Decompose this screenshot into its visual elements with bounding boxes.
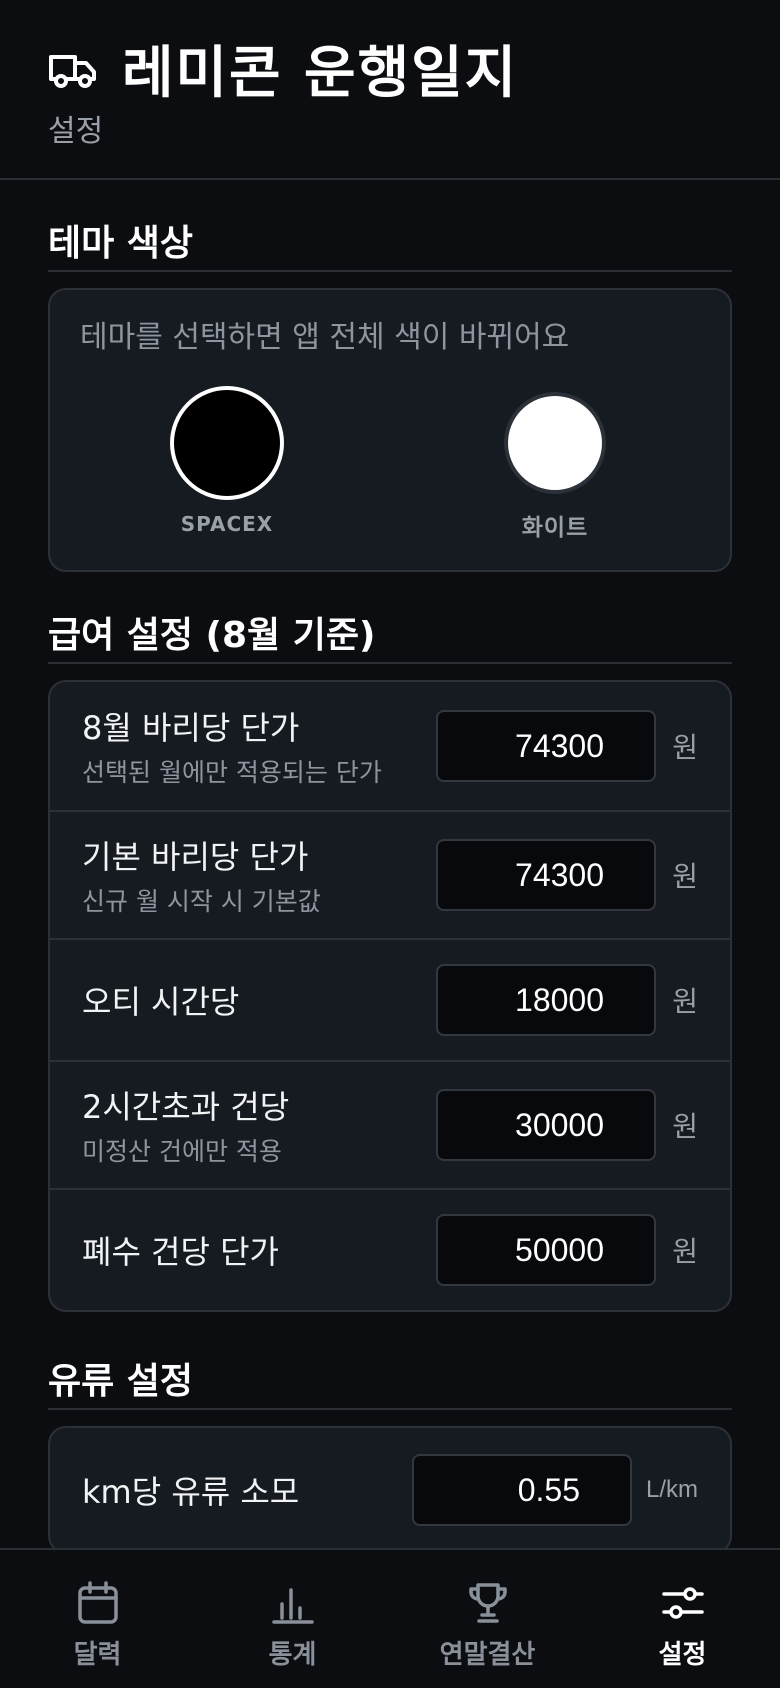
row-subtitle: 선택된 월에만 적용되는 단가 (82, 758, 382, 787)
theme-hint: 테마를 선택하면 앱 전체 색이 바뀌어요 (80, 320, 570, 355)
nav-item-settings[interactable]: 설정 (585, 1550, 780, 1688)
row-title: 폐수 건당 단가 (82, 1233, 279, 1271)
nav-label: 통계 (268, 1640, 317, 1670)
sliders-icon (661, 1587, 704, 1619)
fuel-card: km당 유류 소모 L/km (48, 1426, 732, 1554)
overtime-rate-input[interactable] (436, 964, 656, 1036)
month-rate-input[interactable] (436, 710, 656, 782)
pay-card: 8월 바리당 단가 선택된 월에만 적용되는 단가 원 기본 바리당 단가 신규… (48, 680, 732, 1312)
nav-label: 설정 (658, 1640, 707, 1670)
calendar-icon (77, 1581, 118, 1624)
theme-swatch-white[interactable] (504, 392, 606, 494)
unit-label: 원 (672, 731, 698, 764)
wastewater-rate-input[interactable] (436, 1214, 656, 1286)
row-title: 기본 바리당 단가 (82, 838, 309, 876)
theme-option-label: 화이트 (521, 515, 589, 541)
theme-option-label: SPACEX (180, 512, 274, 536)
row-title: 2시간초과 건당 (82, 1088, 290, 1126)
nav-item-stats[interactable]: 통계 (195, 1550, 390, 1688)
theme-swatch-black[interactable] (170, 386, 284, 500)
theme-card: 테마를 선택하면 앱 전체 색이 바뀌어요 SPACEX 화이트 (48, 288, 732, 572)
theme-section-title: 테마 색상 (48, 180, 732, 272)
row-subtitle: 신규 월 시작 시 기본값 (82, 887, 321, 916)
row-title: km당 유류 소모 (82, 1473, 300, 1511)
unit-label: 원 (672, 1110, 698, 1143)
base-rate-input[interactable] (436, 839, 656, 911)
pay-row-wastewater: 폐수 건당 단가 원 (50, 1188, 730, 1310)
pay-row-overtime: 오티 시간당 원 (50, 938, 730, 1060)
over-2h-rate-input[interactable] (436, 1089, 656, 1161)
trophy-icon (468, 1583, 507, 1623)
settings-content: 테마 색상 테마를 선택하면 앱 전체 색이 바뀌어요 SPACEX 화이트 급… (0, 180, 780, 1554)
app-title: 레미콘 운행일지 (122, 40, 519, 106)
nav-item-year-end[interactable]: 연말결산 (390, 1550, 585, 1688)
truck-icon (49, 55, 96, 88)
pay-section-title: 급여 설정 (8월 기준) (48, 572, 732, 664)
pay-row-over-2h: 2시간초과 건당 미정산 건에만 적용 원 (50, 1060, 730, 1188)
nav-label: 달력 (73, 1640, 122, 1670)
row-subtitle: 미정산 건에만 적용 (82, 1137, 282, 1166)
app-root: 레미콘 운행일지 설정 테마 색상 테마를 선택하면 앱 전체 색이 바뀌어요 … (0, 0, 780, 1688)
pay-row-month-rate: 8월 바리당 단가 선택된 월에만 적용되는 단가 원 (50, 682, 730, 810)
nav-item-calendar[interactable]: 달력 (0, 1550, 195, 1688)
nav-label: 연말결산 (439, 1640, 536, 1670)
app-header: 레미콘 운행일지 설정 (0, 0, 780, 180)
fuel-row-consumption: km당 유류 소모 L/km (50, 1428, 730, 1552)
bottom-nav: 달력 통계 연말결산 설정 (0, 1548, 780, 1688)
fuel-consumption-input[interactable] (412, 1454, 632, 1526)
fuel-section-title: 유류 설정 (48, 1312, 732, 1410)
unit-label: 원 (672, 1235, 698, 1268)
unit-label: L/km (645, 1476, 698, 1503)
theme-option-spacex[interactable]: SPACEX (170, 386, 284, 542)
row-title: 오티 시간당 (82, 983, 240, 1021)
row-title: 8월 바리당 단가 (82, 709, 300, 747)
unit-label: 원 (672, 985, 698, 1018)
theme-option-white[interactable]: 화이트 (504, 386, 606, 542)
theme-options: SPACEX 화이트 (80, 386, 700, 542)
pay-row-base-rate: 기본 바리당 단가 신규 월 시작 시 기본값 원 (50, 810, 730, 938)
title-row: 레미콘 운행일지 (48, 36, 780, 106)
page-subtitle: 설정 (48, 114, 104, 149)
unit-label: 원 (672, 860, 698, 893)
bar-chart-icon (271, 1588, 314, 1624)
